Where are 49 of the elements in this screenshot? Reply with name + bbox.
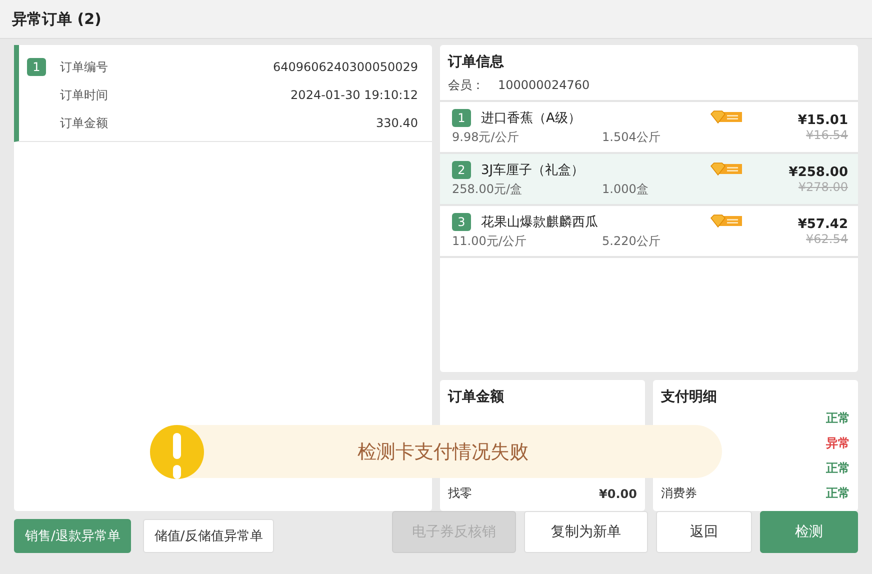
payment-status: 正常	[826, 460, 850, 477]
section-title: 支付明细	[661, 388, 718, 406]
original-price: ¥62.54	[806, 232, 848, 246]
field-value: 6409606240300050029	[272, 60, 418, 74]
quantity: 1.504公斤	[602, 128, 660, 146]
field-label: 订单金额	[60, 114, 108, 132]
payment-status: 正常	[826, 485, 850, 502]
original-price: ¥278.00	[798, 180, 848, 194]
payment-label: 消费券	[661, 485, 697, 502]
action-button[interactable]: 返回	[656, 511, 752, 553]
quantity: 1.000盒	[602, 180, 648, 198]
member-id: 100000024760	[498, 78, 590, 92]
item-name: 进口香蕉（A级）	[481, 110, 581, 126]
member-badge-icon	[710, 110, 742, 124]
original-price: ¥16.54	[806, 128, 848, 142]
quantity: 5.220公斤	[602, 232, 660, 250]
item-price: ¥57.42	[798, 216, 848, 232]
payment-status: 正常	[826, 410, 850, 427]
index-badge: 1	[452, 108, 471, 126]
order-item[interactable]: 2 3J车厘子（礼盒） 258.00元/盒 1.000盒 ¥258.00 ¥278.00	[440, 154, 858, 206]
action-button[interactable]: 复制为新单	[524, 511, 648, 553]
member-badge-icon	[710, 214, 742, 228]
member-label: 会员：	[448, 78, 484, 92]
amount-label: 找零	[448, 485, 472, 502]
index-badge: 3	[452, 212, 471, 230]
unit-price: 11.00元/公斤	[452, 232, 528, 250]
field-label: 订单编号	[60, 58, 108, 76]
payment-status: 异常	[826, 435, 850, 452]
field-label: 订单时间	[60, 86, 108, 104]
unit-price: 258.00元/盒	[452, 180, 524, 198]
member-badge-icon	[710, 162, 742, 176]
unit-price: 9.98元/公斤	[452, 128, 520, 146]
filter-button[interactable]: 储值/反储值异常单	[143, 519, 274, 553]
warning-icon	[150, 424, 204, 478]
item-name: 花果山爆款麒麟西瓜	[481, 214, 598, 230]
field-value: 330.40	[376, 116, 418, 130]
field-value: 2024-01-30 19:10:12	[290, 88, 418, 102]
section-title: 订单信息	[448, 53, 505, 71]
section-title: 订单金额	[448, 388, 505, 406]
item-price: ¥15.01	[798, 112, 848, 128]
order-item[interactable]: 3 花果山爆款麒麟西瓜 11.00元/公斤 5.220公斤 ¥57.42 ¥62.54	[440, 206, 858, 258]
amount-value: ¥0.00	[599, 486, 637, 500]
window-title: 异常订单 (2)	[12, 10, 102, 28]
item-price: ¥258.00	[788, 164, 848, 180]
order-card[interactable]: 1 订单编号 6409606240300050029 订单时间 2024-01-30 19:10:12 订单金额 330.40	[14, 45, 432, 142]
toast-text: 检测卡支付情况失败	[356, 440, 530, 464]
index-badge: 1	[27, 58, 46, 76]
index-badge: 2	[452, 160, 471, 178]
item-name: 3J车厘子（礼盒）	[481, 162, 584, 178]
